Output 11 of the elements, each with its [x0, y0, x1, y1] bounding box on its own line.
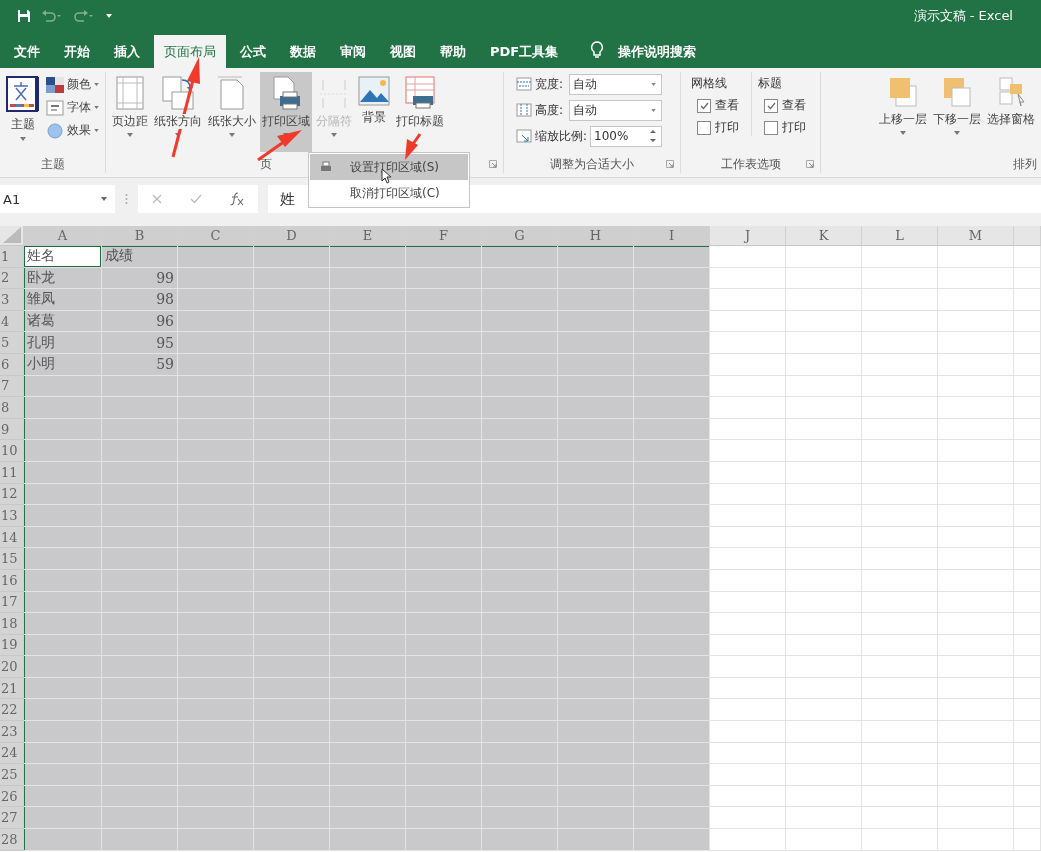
- field-label: 宽度:: [535, 75, 564, 93]
- option-heading: 网格线: [691, 75, 729, 92]
- group-label: 页: [260, 155, 272, 173]
- group-label: 主题: [40, 155, 65, 173]
- window-title: 演示文稿 - Excel: [913, 7, 1013, 25]
- field-label: 高度:: [535, 101, 564, 119]
- group-label: 排列: [1013, 155, 1037, 173]
- group-label: 工作表选项: [720, 155, 781, 173]
- field-label: 缩放比例:: [535, 127, 588, 145]
- option-heading: 标题: [758, 75, 784, 92]
- group-label: 调整为合适大小: [550, 155, 634, 173]
